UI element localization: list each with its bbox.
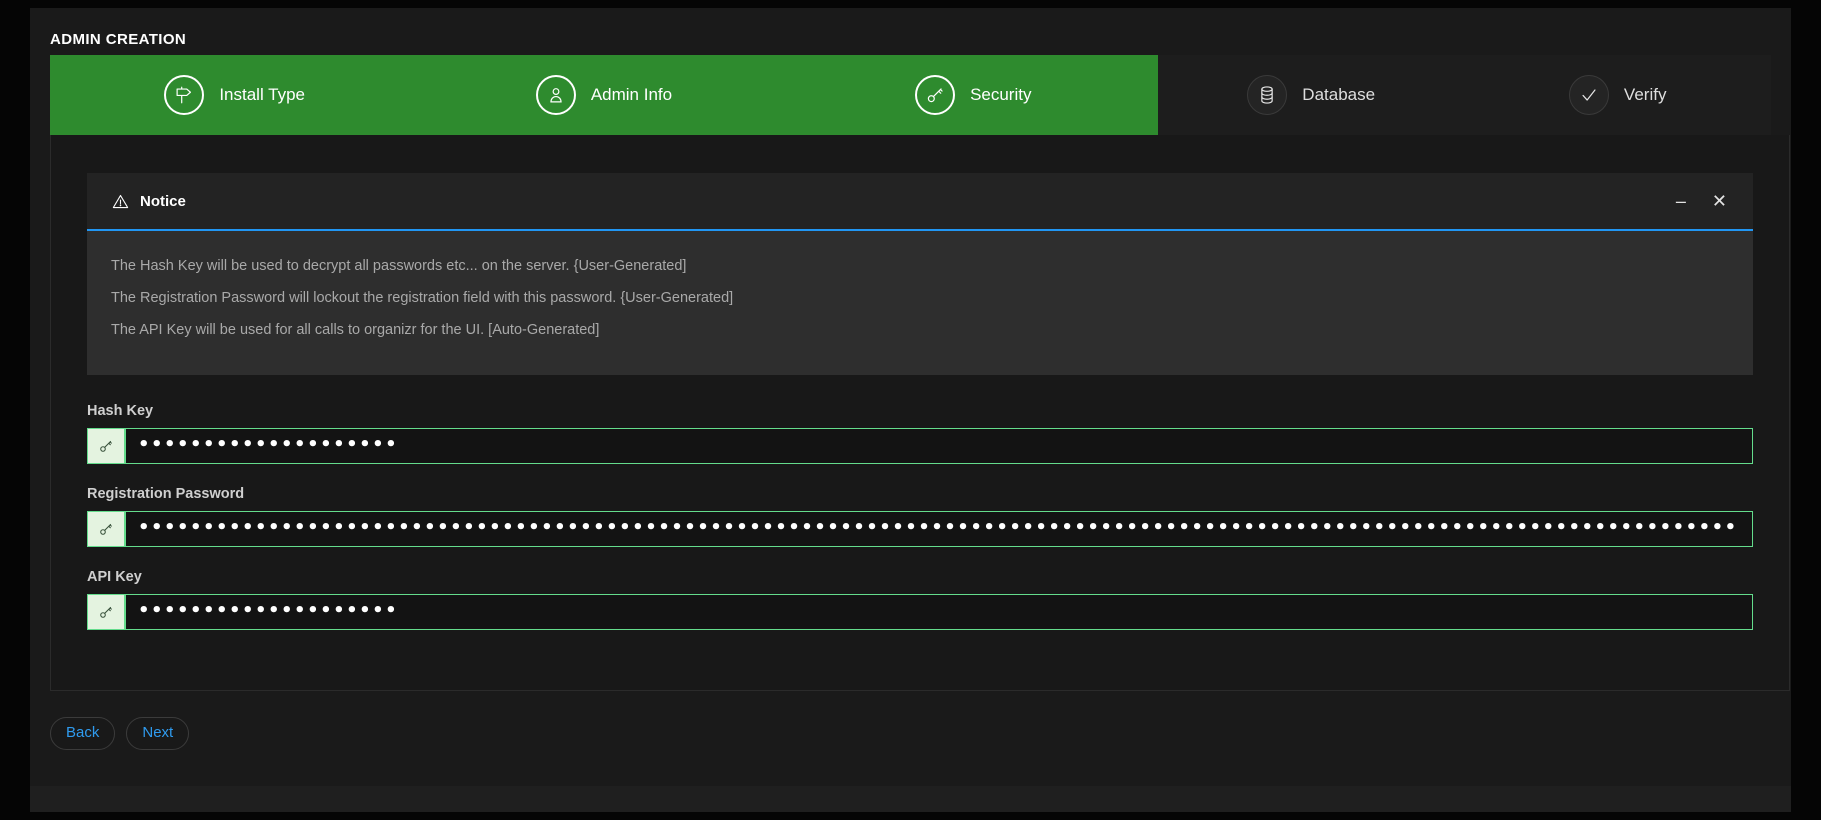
notice-header: Notice – ✕ — [87, 173, 1753, 231]
step-security[interactable]: Security — [789, 55, 1158, 135]
user-icon — [536, 75, 576, 115]
api-key-input[interactable] — [126, 595, 1752, 629]
key-icon — [88, 512, 126, 546]
next-button[interactable]: Next — [126, 717, 189, 750]
notice-line: The API Key will be used for all calls t… — [111, 321, 1729, 339]
registration-password-input[interactable] — [126, 512, 1752, 546]
hash-key-label: Hash Key — [87, 403, 1753, 419]
hash-key-input[interactable] — [126, 429, 1752, 463]
minimize-icon[interactable]: – — [1676, 192, 1686, 210]
notice-panel: Notice – ✕ The Hash Key will be used to … — [87, 173, 1753, 375]
step-label: Database — [1302, 85, 1375, 105]
notice-line: The Registration Password will lockout t… — [111, 289, 1729, 307]
api-key-field-group: API Key — [87, 569, 1753, 630]
notice-line: The Hash Key will be used to decrypt all… — [111, 257, 1729, 275]
step-database[interactable]: Database — [1158, 55, 1465, 135]
security-step-form: Notice – ✕ The Hash Key will be used to … — [50, 135, 1790, 691]
step-label: Verify — [1624, 85, 1667, 105]
step-install-type[interactable]: Install Type — [50, 55, 419, 135]
back-button[interactable]: Back — [50, 717, 115, 750]
close-icon[interactable]: ✕ — [1712, 192, 1727, 210]
step-verify[interactable]: Verify — [1464, 55, 1771, 135]
wizard-actions: Back Next — [50, 717, 1791, 750]
footer-strip — [30, 786, 1791, 812]
wizard-stepper: Install Type Admin Info Security — [50, 55, 1771, 135]
registration-password-label: Registration Password — [87, 486, 1753, 502]
key-icon — [915, 75, 955, 115]
step-label: Security — [970, 85, 1031, 105]
notice-body: The Hash Key will be used to decrypt all… — [87, 231, 1753, 375]
admin-creation-panel: ADMIN CREATION Install Type Admin Info — [30, 8, 1791, 787]
check-icon — [1569, 75, 1609, 115]
warning-icon — [111, 192, 130, 211]
hash-key-field-group: Hash Key — [87, 403, 1753, 464]
notice-title: Notice — [140, 193, 186, 210]
signpost-icon — [164, 75, 204, 115]
step-label: Install Type — [219, 85, 305, 105]
step-label: Admin Info — [591, 85, 672, 105]
page-title: ADMIN CREATION — [50, 31, 1791, 48]
api-key-label: API Key — [87, 569, 1753, 585]
registration-password-field-group: Registration Password — [87, 486, 1753, 547]
database-icon — [1247, 75, 1287, 115]
key-icon — [88, 595, 126, 629]
step-admin-info[interactable]: Admin Info — [419, 55, 788, 135]
key-icon — [88, 429, 126, 463]
